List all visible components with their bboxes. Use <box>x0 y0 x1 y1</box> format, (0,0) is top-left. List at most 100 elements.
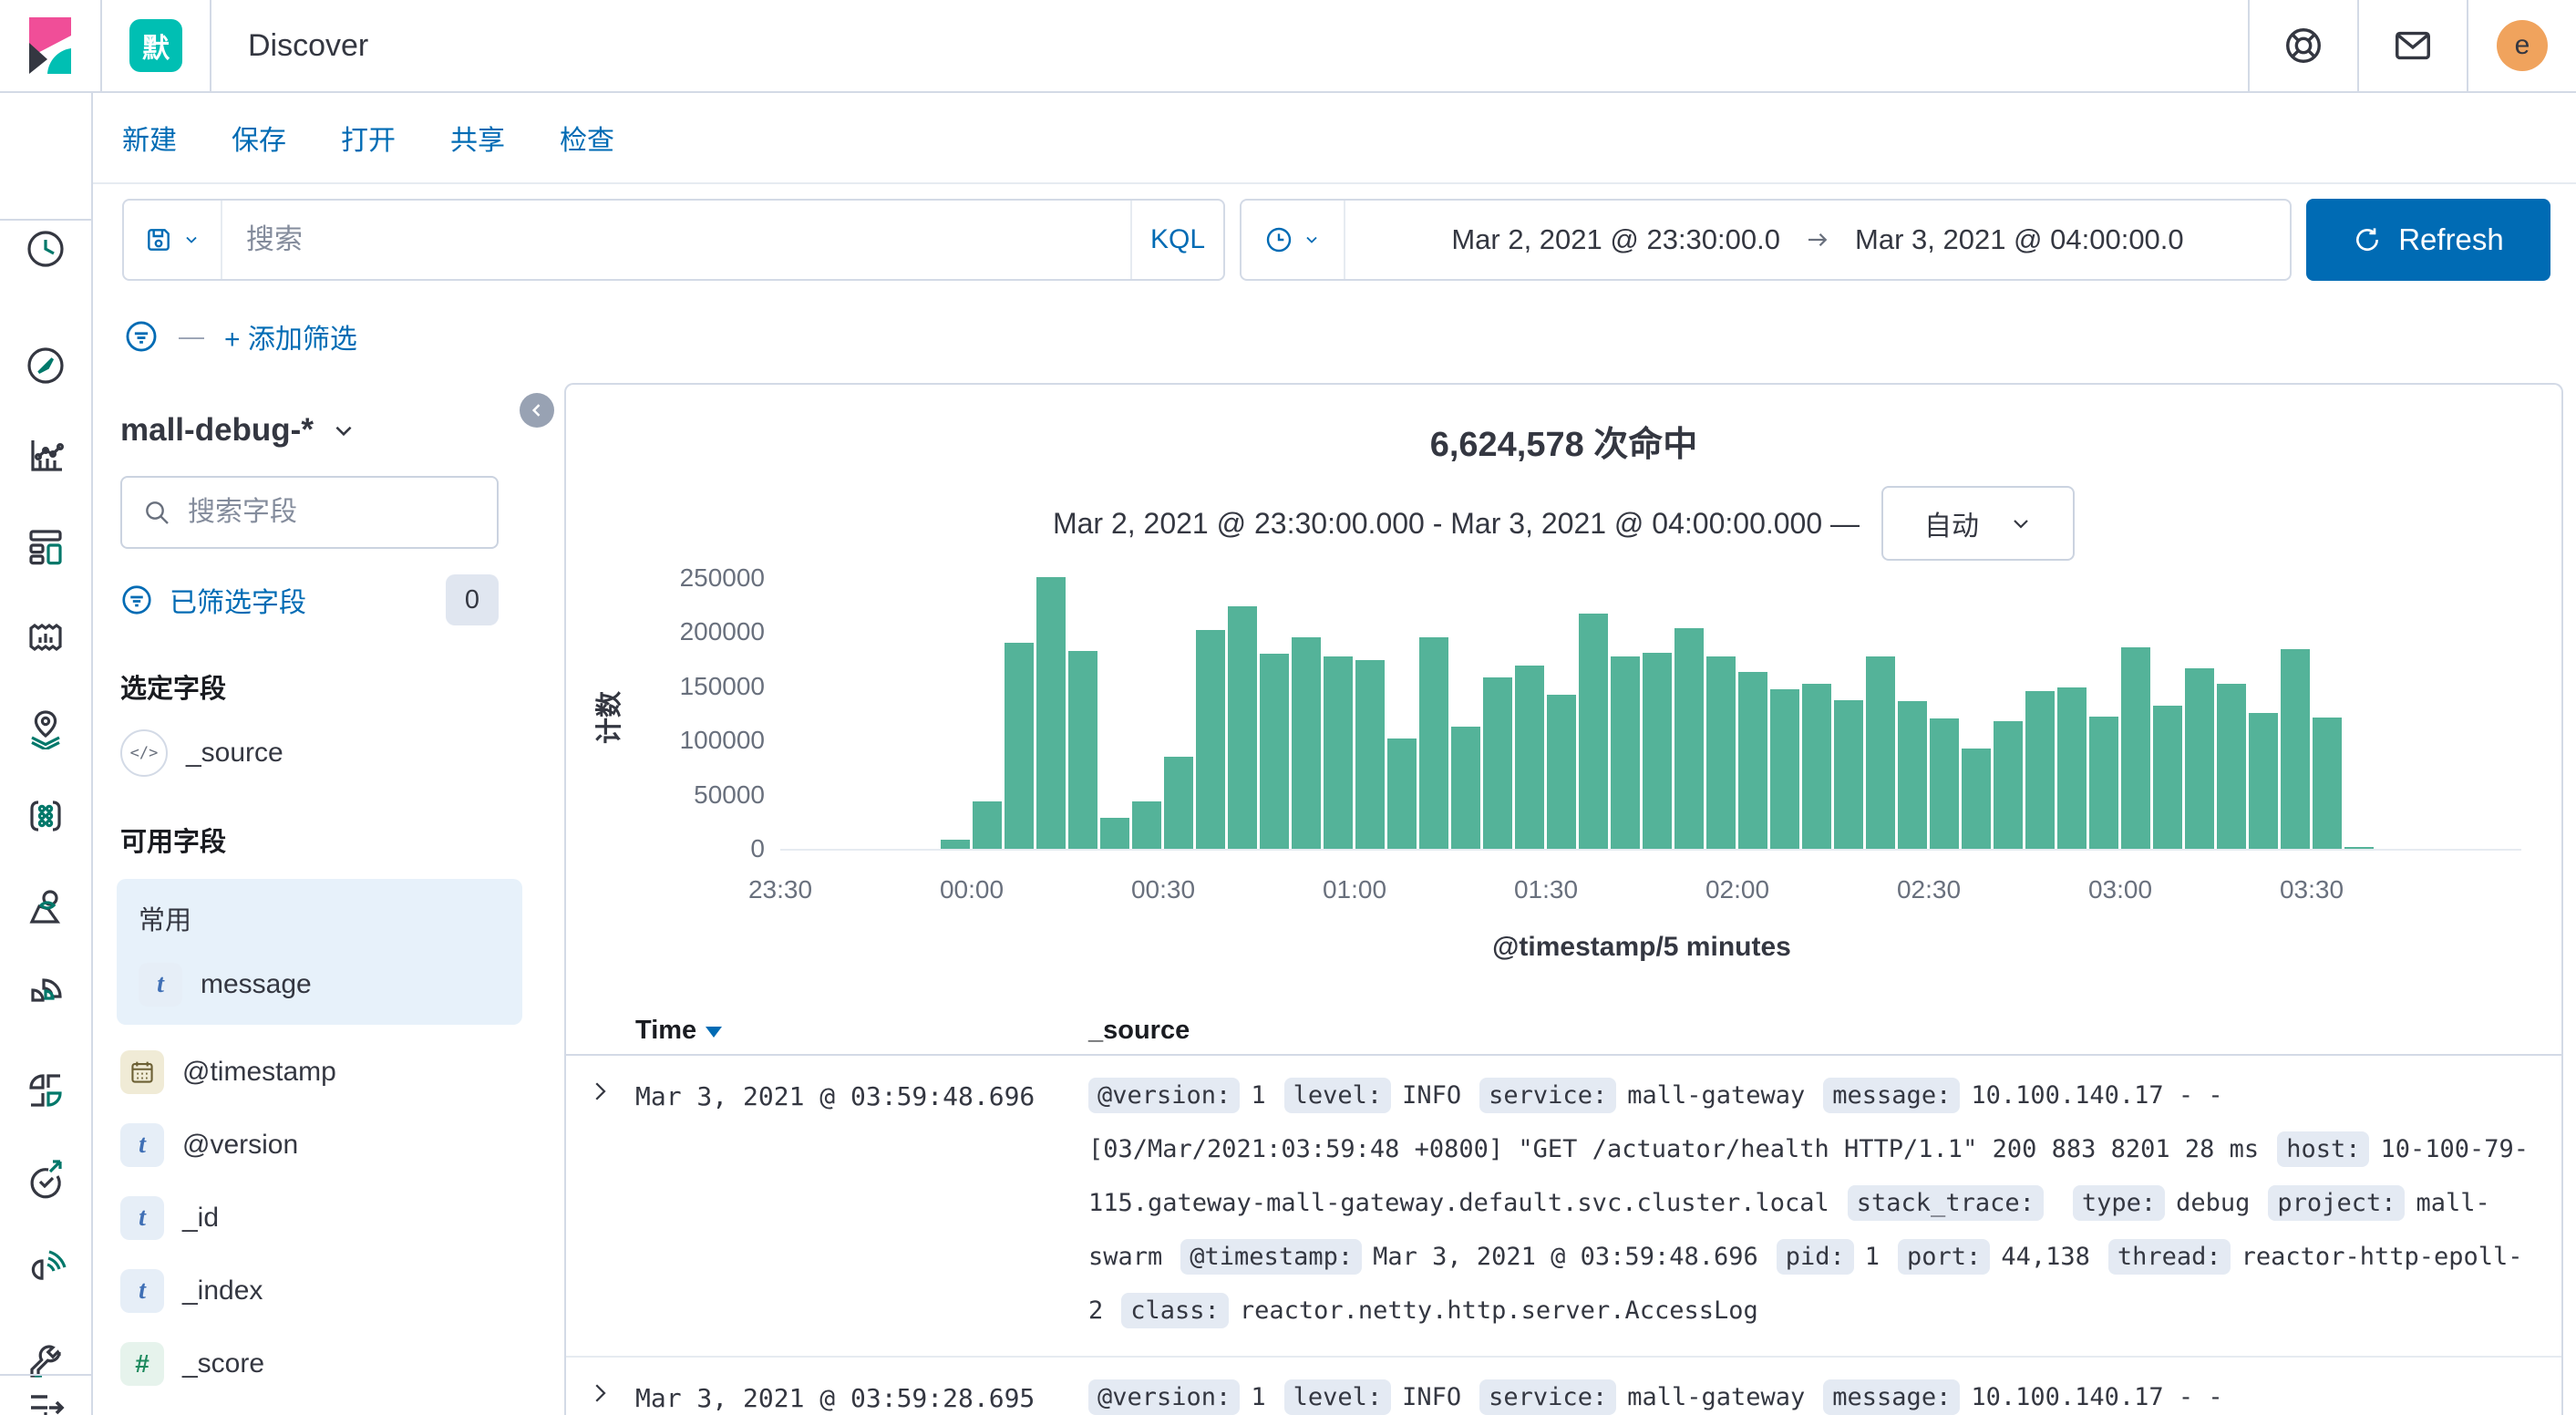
field-search-input[interactable] <box>186 496 477 529</box>
field-item-_type[interactable]: t_type <box>120 1411 553 1415</box>
field-item-_index[interactable]: t _index <box>120 1265 553 1317</box>
field-item-_score[interactable]: # _score <box>120 1338 553 1389</box>
field-item-@version[interactable]: t @version <box>120 1120 553 1171</box>
refresh-button[interactable]: Refresh <box>2306 199 2550 281</box>
histogram-bar-01:55[interactable] <box>1706 656 1736 849</box>
help-button[interactable] <box>2250 0 2357 91</box>
date-quick-select-button[interactable] <box>1242 201 1345 279</box>
histogram-bar-02:55[interactable] <box>2089 717 2118 849</box>
histogram-bar-02:35[interactable] <box>1962 749 1991 849</box>
field-item-@timestamp[interactable]: @timestamp <box>120 1047 553 1098</box>
histogram-bar-01:10[interactable] <box>1419 637 1448 849</box>
collapse-sidebar-button[interactable] <box>520 393 554 428</box>
saved-query-button[interactable] <box>124 201 222 279</box>
field-item-_id[interactable]: t _id <box>120 1193 553 1244</box>
histogram-bar-03:00[interactable] <box>2121 647 2150 849</box>
x-tick-label: 00:30 <box>1130 875 1196 904</box>
histogram-bar-02:50[interactable] <box>2057 687 2087 849</box>
nav-uptime-button[interactable] <box>24 1159 67 1203</box>
histogram-bar-01:00[interactable] <box>1355 660 1385 849</box>
histogram-bar-02:10[interactable] <box>1802 684 1831 849</box>
content: mall-debug-* 已筛选字段 0 <box>93 383 2576 1415</box>
menu-item-3[interactable]: 共享 <box>450 118 505 158</box>
histogram-bar-02:20[interactable] <box>1866 656 1895 849</box>
histogram-bar-01:05[interactable] <box>1387 738 1417 849</box>
histogram-bar-02:15[interactable] <box>1834 700 1863 849</box>
histogram-bar-00:10[interactable] <box>1036 577 1066 849</box>
histogram-bar-00:05[interactable] <box>1005 643 1034 849</box>
interval-select[interactable]: 自动 <box>1881 486 2076 561</box>
histogram-bar-03:25[interactable] <box>2281 649 2310 849</box>
nav-machine-learning-button[interactable] <box>24 794 67 838</box>
histogram-bar-01:40[interactable] <box>1611 656 1640 849</box>
histogram-bar-03:35[interactable] <box>2344 847 2374 849</box>
histogram-bar-02:30[interactable] <box>1930 718 1959 849</box>
field-label: message <box>201 969 312 999</box>
menu-item-2[interactable]: 打开 <box>341 118 396 158</box>
histogram-bar-02:25[interactable] <box>1898 701 1927 849</box>
histogram-bar-01:50[interactable] <box>1674 628 1704 849</box>
nav-canvas-button[interactable] <box>24 615 67 659</box>
histogram-bar-00:50[interactable] <box>1292 637 1321 849</box>
histogram-bar-01:45[interactable] <box>1643 653 1672 849</box>
date-to[interactable]: Mar 3, 2021 @ 04:00:00.0 <box>1855 223 2184 256</box>
search-input[interactable] <box>222 201 1130 279</box>
nav-apm-button[interactable] <box>24 1247 67 1291</box>
histogram-bar-03:15[interactable] <box>2217 684 2246 849</box>
histogram-bar-02:05[interactable] <box>1770 689 1799 849</box>
histogram-bar-02:00[interactable] <box>1738 672 1767 849</box>
add-filter-button[interactable]: + 添加筛选 <box>224 316 357 356</box>
menu-item-1[interactable]: 保存 <box>232 118 286 158</box>
nav-dashboard-button[interactable] <box>24 524 67 568</box>
histogram-bar-00:40[interactable] <box>1228 606 1257 849</box>
histogram-bar-01:25[interactable] <box>1515 666 1544 849</box>
menu-item-0[interactable]: 新建 <box>122 118 177 158</box>
nav-logs-button[interactable] <box>24 973 67 1017</box>
histogram-bar-00:20[interactable] <box>1100 818 1129 849</box>
histogram-bar-01:35[interactable] <box>1579 614 1608 849</box>
number-field-icon: # <box>120 1342 164 1386</box>
nav-maps-button[interactable] <box>24 706 67 749</box>
kibana-logo[interactable] <box>0 17 100 74</box>
nav-visualize-button[interactable] <box>24 433 67 477</box>
kql-toggle[interactable]: KQL <box>1130 201 1223 279</box>
histogram-bar-03:20[interactable] <box>2249 713 2278 849</box>
nav-graph-button[interactable] <box>24 884 67 928</box>
field-item-_source[interactable]: </> _source <box>120 728 553 779</box>
histogram-bar-02:40[interactable] <box>1994 721 2023 849</box>
filtered-fields-toggle[interactable]: 已筛选字段 0 <box>120 574 499 625</box>
filter-icon[interactable] <box>124 319 159 354</box>
date-from[interactable]: Mar 2, 2021 @ 23:30:00.0 <box>1451 223 1780 256</box>
histogram-bar-02:45[interactable] <box>2025 691 2055 849</box>
histogram-bar-00:15[interactable] <box>1068 651 1097 849</box>
field-item-message[interactable]: t message <box>139 959 522 1010</box>
field-name-badge: thread: <box>2107 1239 2231 1275</box>
nav-recently-viewed-button[interactable] <box>24 227 67 271</box>
histogram-bar-00:45[interactable] <box>1260 654 1289 849</box>
nav-discover-button[interactable] <box>24 344 67 387</box>
histogram-bar-00:30[interactable] <box>1164 757 1193 849</box>
menu-item-4[interactable]: 检查 <box>560 118 614 158</box>
top-menu: 新建 保存 打开 共享 检查 <box>93 93 2576 184</box>
histogram-bar-01:15[interactable] <box>1451 727 1480 849</box>
nav-metrics-button[interactable] <box>24 1069 67 1112</box>
newsfeed-button[interactable] <box>2359 0 2467 91</box>
selected-fields-heading: 选定字段 <box>120 675 227 704</box>
index-pattern-selector[interactable]: mall-debug-* <box>120 412 553 449</box>
histogram-bar-00:00[interactable] <box>973 801 1002 849</box>
histogram-bar-00:25[interactable] <box>1132 801 1161 849</box>
expand-row-button[interactable] <box>566 1370 635 1407</box>
histogram-bar-03:10[interactable] <box>2185 668 2214 849</box>
time-column-header[interactable]: Time <box>635 1016 1088 1046</box>
histogram-bar-03:30[interactable] <box>2313 718 2342 849</box>
histogram-bar-01:30[interactable] <box>1547 695 1576 849</box>
collapse-menu-button[interactable] <box>24 1386 67 1415</box>
histogram-bar-23:55[interactable] <box>941 840 970 849</box>
user-menu-button[interactable]: e <box>2468 0 2576 91</box>
histogram-bar-00:55[interactable] <box>1324 656 1353 849</box>
space-selector[interactable]: 默 <box>129 19 182 72</box>
histogram-bar-00:35[interactable] <box>1196 630 1225 849</box>
expand-row-button[interactable] <box>566 1069 635 1105</box>
histogram-bar-01:20[interactable] <box>1483 677 1512 849</box>
histogram-bar-03:05[interactable] <box>2153 706 2182 849</box>
